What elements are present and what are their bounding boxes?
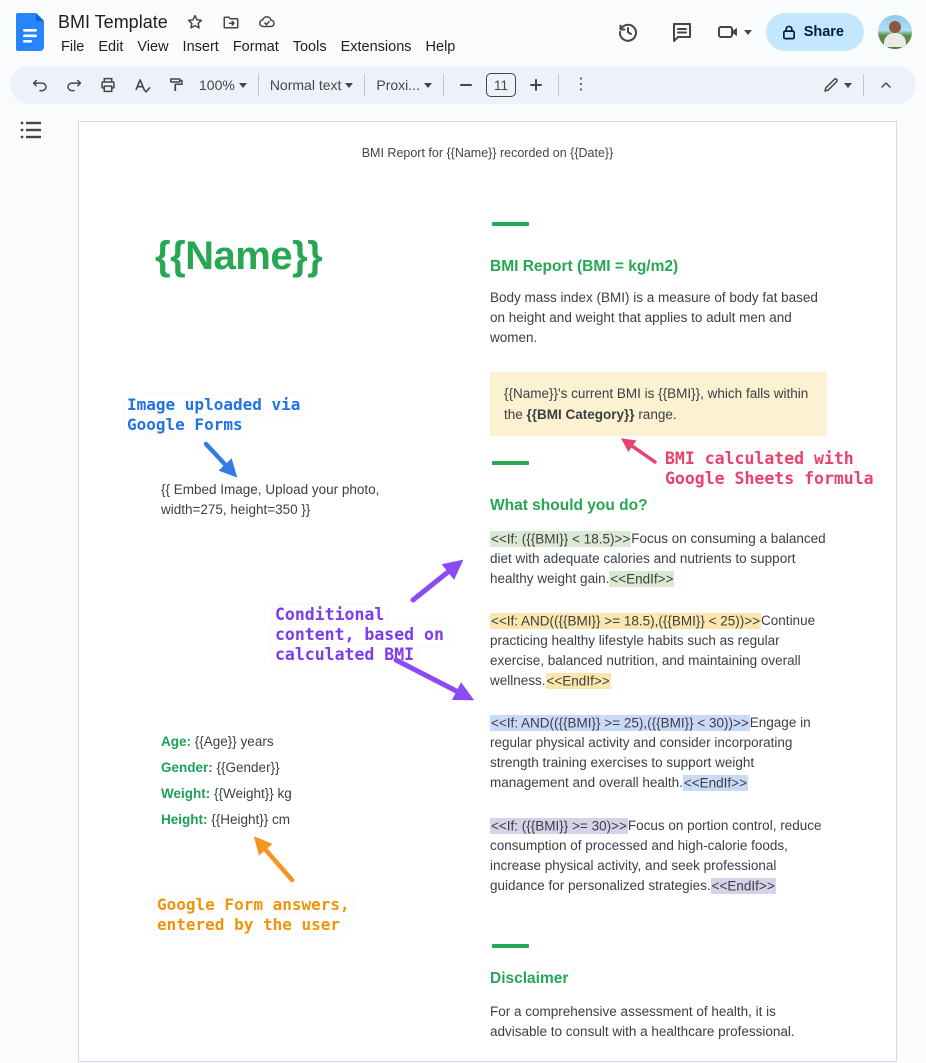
paragraph-style-value: Normal text: [270, 77, 342, 93]
version-history-icon[interactable]: [608, 12, 648, 52]
stat-gender: Gender: {{Gender}}: [161, 760, 280, 775]
endif-tag: <<EndIf>>: [683, 775, 748, 791]
zoom-caret: [239, 83, 247, 88]
toolbar-divider: [364, 74, 365, 96]
disclaimer-paragraph: For a comprehensive assessment of health…: [490, 1002, 830, 1042]
menu-insert[interactable]: Insert: [176, 36, 226, 58]
decrease-font-size-button[interactable]: [452, 71, 480, 99]
menu-edit[interactable]: Edit: [91, 36, 130, 58]
stat-weight: Weight: {{Weight}} kg: [161, 786, 292, 801]
conditional-tip-underweight: <<If: ({{BMI}} < 18.5)>>Focus on consumi…: [490, 529, 830, 589]
bmi-category-placeholder: {{BMI Category}}: [527, 407, 635, 422]
toolbar-divider: [258, 74, 259, 96]
embed-image-placeholder: {{ Embed Image, Upload your photo, width…: [161, 480, 379, 520]
comments-icon[interactable]: [662, 12, 702, 52]
document-outline-icon[interactable]: [20, 120, 42, 140]
conditional-tip-obese: <<If: ({{BMI}} >= 30)>>Focus on portion …: [490, 816, 830, 896]
arrow-conditional-up: [413, 564, 458, 600]
toolbar-divider: [863, 74, 864, 96]
page-header-text: BMI Report for {{Name}} recorded on {{Da…: [79, 146, 896, 160]
section-divider: [492, 222, 529, 226]
menu-extensions[interactable]: Extensions: [334, 36, 419, 58]
tips-heading: What should you do?: [490, 497, 648, 515]
account-avatar[interactable]: [878, 15, 912, 49]
menu-format[interactable]: Format: [226, 36, 286, 58]
annotation-image-upload: Image uploaded via Google Forms: [125, 395, 302, 434]
google-docs-logo[interactable]: [16, 13, 44, 51]
name-placeholder-heading: {{Name}}: [155, 234, 322, 279]
editing-mode-caret: [844, 83, 852, 88]
section-divider: [492, 461, 529, 465]
spelling-check-button[interactable]: [128, 71, 156, 99]
lock-icon: [782, 25, 796, 40]
titlebar: BMI Template File Edit View Insert Forma…: [0, 0, 926, 66]
increase-font-size-button[interactable]: [522, 71, 550, 99]
annotation-sheets-formula: BMI calculated with Google Sheets formul…: [663, 449, 876, 489]
stat-height: Height: {{Height}} cm: [161, 812, 290, 827]
bmi-intro-paragraph: Body mass index (BMI) is a measure of bo…: [490, 288, 830, 348]
font-size-input[interactable]: 11: [486, 73, 516, 97]
share-button[interactable]: Share: [766, 13, 864, 51]
toolbar-divider: [443, 74, 444, 96]
hide-menus-button[interactable]: [872, 71, 900, 99]
font-select[interactable]: Proxi...: [373, 71, 435, 99]
annotation-form-answers: Google Form answers, entered by the user: [155, 895, 352, 934]
star-icon[interactable]: [186, 13, 204, 31]
cloud-saved-icon[interactable]: [258, 13, 276, 31]
toolbar-divider: [558, 74, 559, 96]
paragraph-styles-select[interactable]: Normal text: [267, 71, 357, 99]
meet-call-button[interactable]: [716, 20, 752, 44]
if-tag: <<If: ({{BMI}} >= 30)>>: [490, 818, 628, 834]
print-button[interactable]: [94, 71, 122, 99]
conditional-tip-normal: <<If: AND(({{BMI}} >= 18.5),({{BMI}} < 2…: [490, 611, 830, 691]
move-folder-icon[interactable]: [222, 13, 240, 31]
arrow-conditional-down: [396, 660, 468, 697]
disclaimer-heading: Disclaimer: [490, 970, 568, 988]
share-button-label: Share: [804, 24, 844, 40]
document-page[interactable]: BMI Report for {{Name}} recorded on {{Da…: [78, 121, 897, 1062]
endif-tag: <<EndIf>>: [546, 673, 611, 689]
if-tag: <<If: ({{BMI}} < 18.5)>>: [490, 531, 631, 547]
document-title[interactable]: BMI Template: [58, 12, 168, 33]
section-divider: [492, 944, 529, 948]
undo-button[interactable]: [26, 71, 54, 99]
font-caret: [424, 83, 432, 88]
if-tag: <<If: AND(({{BMI}} >= 25),({{BMI}} < 30)…: [490, 715, 750, 731]
menubar: File Edit View Insert Format Tools Exten…: [54, 36, 462, 58]
paint-format-button[interactable]: [162, 71, 190, 99]
if-tag: <<If: AND(({{BMI}} >= 18.5),({{BMI}} < 2…: [490, 613, 761, 629]
arrow-sheets-formula: [625, 441, 655, 462]
annotation-conditional-content: Conditional content, based on calculated…: [273, 605, 446, 665]
endif-tag: <<EndIf>>: [609, 571, 674, 587]
editing-mode-button[interactable]: [819, 71, 855, 99]
bmi-report-heading: BMI Report (BMI = kg/m2): [490, 258, 678, 276]
formatting-toolbar: 100% Normal text Proxi... 11 ⋮: [10, 66, 916, 104]
zoom-select[interactable]: 100%: [196, 71, 250, 99]
arrow-form-answers: [258, 841, 292, 880]
endif-tag: <<EndIf>>: [711, 878, 776, 894]
arrow-image-upload: [206, 444, 233, 473]
stat-age: Age: {{Age}} years: [161, 734, 274, 749]
zoom-value: 100%: [199, 77, 235, 93]
menu-tools[interactable]: Tools: [286, 36, 334, 58]
menu-file[interactable]: File: [54, 36, 91, 58]
redo-button[interactable]: [60, 71, 88, 99]
font-value: Proxi...: [376, 77, 420, 93]
more-toolbar-options-button[interactable]: ⋮: [567, 71, 595, 99]
styles-caret: [345, 83, 353, 88]
meet-dropdown-caret[interactable]: [744, 30, 752, 35]
menu-view[interactable]: View: [130, 36, 175, 58]
menu-help[interactable]: Help: [419, 36, 463, 58]
bmi-result-callout: {{Name}}'s current BMI is {{BMI}}, which…: [490, 372, 827, 436]
conditional-tip-overweight: <<If: AND(({{BMI}} >= 25),({{BMI}} < 30)…: [490, 713, 830, 793]
